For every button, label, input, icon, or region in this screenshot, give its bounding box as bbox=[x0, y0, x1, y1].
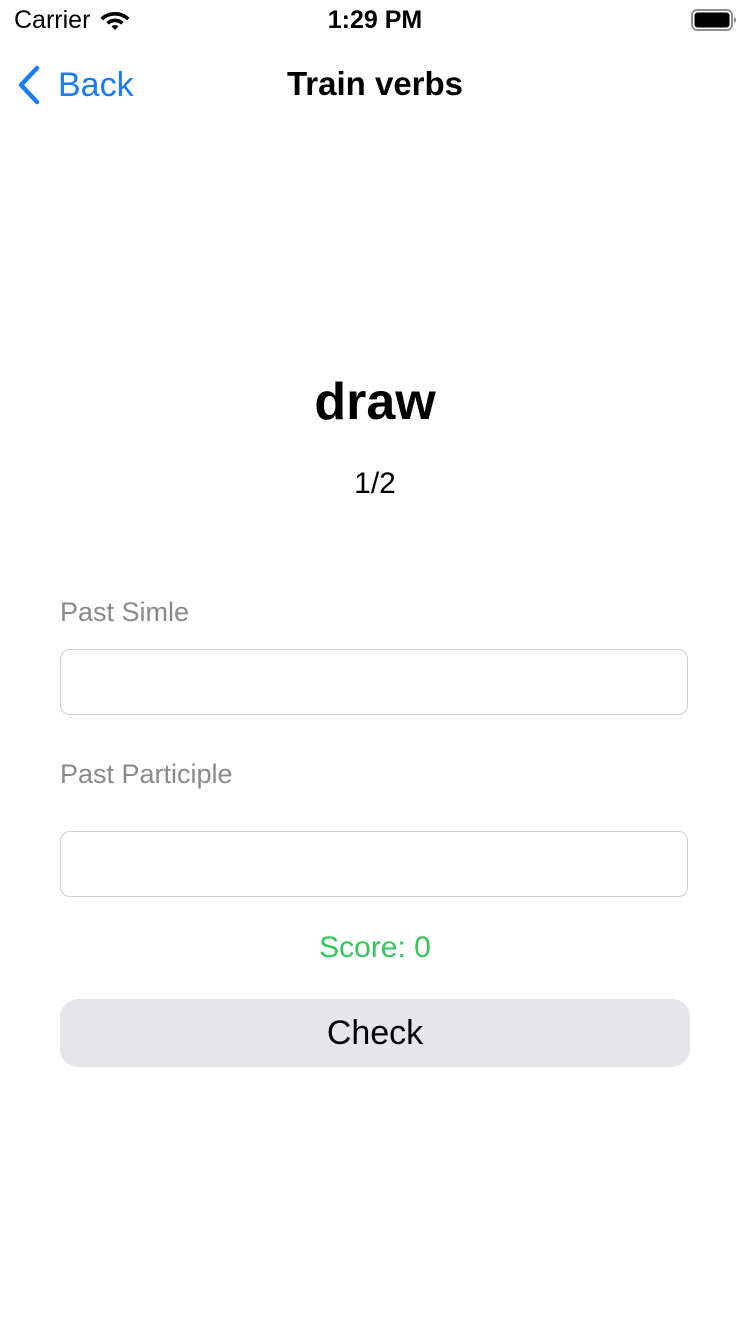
past-participle-label: Past Participle bbox=[60, 759, 233, 789]
score-label: Score: 0 bbox=[319, 931, 431, 964]
past-simple-label: Past Simle bbox=[60, 597, 190, 627]
check-button[interactable]: Check bbox=[60, 999, 690, 1067]
battery-icon bbox=[691, 9, 736, 31]
train-verbs-screen: Carrier 1:29 PM Back Train verbs draw 1/… bbox=[0, 0, 750, 1334]
page-title: Train verbs bbox=[286, 65, 464, 102]
navigation-bar: Back Train verbs bbox=[0, 40, 750, 128]
verb-word: draw bbox=[314, 373, 436, 431]
progress-counter: 1/2 bbox=[354, 467, 396, 500]
status-time: 1:29 PM bbox=[327, 6, 423, 34]
past-simple-field[interactable] bbox=[60, 649, 688, 715]
past-participle-field[interactable] bbox=[60, 831, 688, 897]
status-bar: Carrier 1:29 PM bbox=[0, 0, 750, 40]
